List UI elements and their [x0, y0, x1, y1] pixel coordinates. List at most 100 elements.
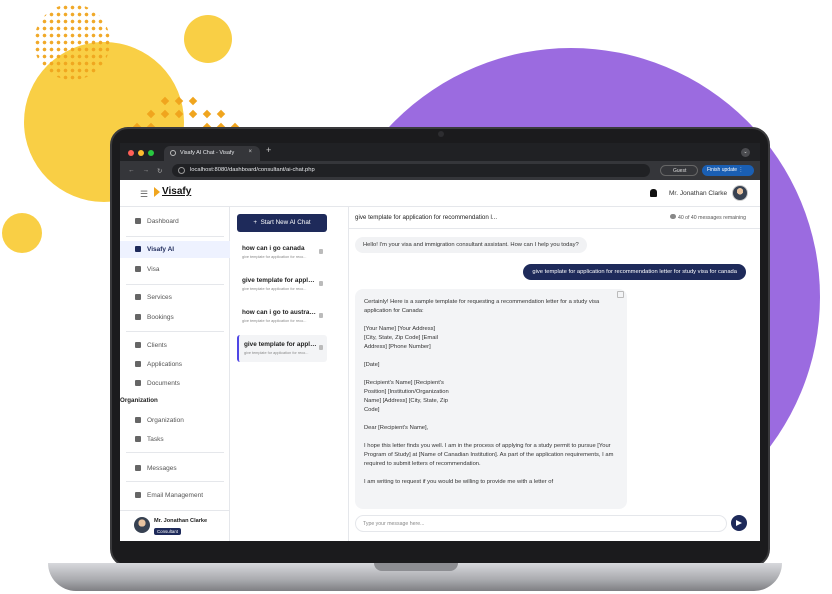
maximize-window-button[interactable]	[148, 150, 154, 156]
briefcase-icon	[135, 294, 141, 300]
sidebar-item-email-management[interactable]: Email Management	[120, 487, 230, 504]
chat-item-title: give template for applicatio...	[242, 277, 316, 284]
chat-item-title: how can i go to australia	[242, 309, 316, 316]
yellow-circle-small-decoration	[184, 15, 232, 63]
sidebar-item-label: Visafy AI	[147, 246, 175, 253]
sidebar-item-tasks[interactable]: Tasks	[120, 431, 230, 448]
close-window-button[interactable]	[128, 150, 134, 156]
sidebar-item-label: Organization	[147, 417, 184, 424]
forward-icon[interactable]: →	[143, 167, 150, 175]
minimize-window-button[interactable]	[138, 150, 144, 156]
window-controls[interactable]	[128, 150, 154, 156]
browser-window: Visafy AI Chat - Visafy × + ⌄ ← → ↻ loca…	[120, 143, 760, 541]
sidebar-profile[interactable]: Mr. Jonathan Clarke Consultant	[120, 510, 230, 541]
guest-profile-button[interactable]: Guest	[660, 165, 698, 176]
trash-icon[interactable]	[319, 345, 323, 350]
marketing-mockup: Visafy AI Chat - Visafy × + ⌄ ← → ↻ loca…	[0, 0, 832, 594]
finish-update-label: Finish update	[707, 167, 738, 173]
chat-item-preview: give template for application for reco..…	[244, 351, 309, 355]
sidebar-item-label: Email Management	[147, 492, 203, 499]
chat-item-title: how can i go canada	[242, 245, 305, 252]
role-badge: Consultant	[154, 528, 181, 535]
chat-history-item[interactable]: how can i go canada give template for ap…	[237, 239, 327, 266]
trash-icon[interactable]	[319, 249, 323, 254]
logo-text: Visafy	[162, 186, 192, 197]
reload-icon[interactable]: ↻	[157, 167, 162, 175]
trash-icon[interactable]	[319, 313, 323, 318]
finish-update-button[interactable]: Finish update ⋮	[702, 165, 754, 176]
document-icon	[135, 380, 141, 386]
bell-icon[interactable]	[650, 189, 657, 197]
laptop-camera	[438, 131, 444, 137]
message-paragraph: [Recipient's Name] [Recipient's Position…	[364, 380, 449, 413]
new-tab-button[interactable]: +	[266, 145, 271, 155]
chat-history-item[interactable]: how can i go to australia give template …	[237, 303, 327, 330]
chat-history-item-selected[interactable]: give template for applicati... give temp…	[237, 335, 327, 362]
copy-icon[interactable]	[617, 291, 624, 298]
sidebar-item-clients[interactable]: Clients	[120, 337, 230, 354]
divider	[126, 452, 224, 453]
tab-search-icon[interactable]: ⌄	[741, 148, 750, 157]
sidebar-item-documents[interactable]: Documents	[120, 375, 230, 392]
message-input[interactable]: Type your message here...	[355, 515, 727, 532]
app-root: ☰ Visafy Mr. Jonathan Clarke Dashboard V…	[120, 180, 760, 541]
laptop-notch	[374, 563, 458, 571]
tab-title: Visafy AI Chat - Visafy	[180, 150, 235, 156]
menu-icon[interactable]: ☰	[140, 189, 148, 200]
site-info-icon[interactable]	[178, 167, 185, 174]
chat-header: give template for application for recomm…	[349, 207, 760, 229]
divider	[126, 236, 224, 237]
divider	[126, 481, 224, 482]
favicon-icon	[170, 150, 176, 156]
divider	[126, 331, 224, 332]
sidebar: Dashboard Visafy AI Visa Services Bookin…	[120, 207, 230, 541]
url-bar[interactable]: localhost:8080/dashboard/consultant/ai-c…	[172, 164, 650, 177]
message-paragraph: I am writing to request if you would be …	[364, 479, 554, 485]
messages-remaining: 40 of 40 messages remaining	[669, 214, 746, 221]
sidebar-item-organization[interactable]: Organization	[120, 412, 230, 429]
chat-item-preview: give template for application for reco..…	[242, 319, 307, 323]
plane-logo-icon	[154, 186, 160, 197]
chat-history-item[interactable]: give template for applicatio... give tem…	[237, 271, 327, 298]
avatar[interactable]	[732, 185, 748, 201]
nav-buttons: ← → ↻	[128, 167, 162, 175]
sidebar-item-label: Services	[147, 294, 172, 301]
send-button[interactable]	[731, 515, 747, 531]
sidebar-item-services[interactable]: Services	[120, 289, 230, 306]
sidebar-item-applications[interactable]: Applications	[120, 356, 230, 373]
sidebar-item-bookings[interactable]: Bookings	[120, 309, 230, 326]
sidebar-item-label: Visa	[147, 266, 160, 273]
chat-title: give template for application for recomm…	[355, 214, 498, 221]
start-new-chat-label: Start New AI Chat	[260, 219, 311, 226]
mail-settings-icon	[135, 492, 141, 498]
sidebar-item-label: Dashboard	[147, 218, 179, 225]
message-paragraph: Certainly! Here is a sample template for…	[364, 299, 600, 314]
sidebar-item-dashboard[interactable]: Dashboard	[120, 213, 230, 230]
start-new-chat-button[interactable]: + Start New AI Chat	[237, 214, 327, 232]
url-text: localhost:8080/dashboard/consultant/ai-c…	[190, 167, 315, 173]
sidebar-item-visa[interactable]: Visa	[120, 261, 230, 278]
sidebar-item-messages[interactable]: Messages	[120, 460, 230, 477]
sidebar-item-label: Bookings	[147, 314, 174, 321]
browser-tab[interactable]: Visafy AI Chat - Visafy ×	[164, 146, 260, 161]
app-header: ☰ Visafy Mr. Jonathan Clarke	[120, 180, 760, 207]
visafy-logo[interactable]: Visafy	[154, 186, 191, 197]
chat-panel: give template for application for recomm…	[349, 207, 760, 541]
sidebar-item-label: Applications	[147, 361, 183, 368]
divider	[126, 284, 224, 285]
back-icon[interactable]: ←	[128, 167, 135, 175]
yellow-circle-left-decoration	[2, 213, 42, 253]
trash-icon[interactable]	[319, 281, 323, 286]
chat-item-preview: give template for application for reco..…	[242, 255, 307, 259]
chat-item-preview: give template for application for reco..…	[242, 287, 307, 291]
chat-item-title: give template for applicati...	[244, 341, 318, 348]
sidebar-item-label: Clients	[147, 342, 167, 349]
guest-label: Guest	[673, 168, 687, 174]
dot-pattern-decoration	[34, 4, 110, 80]
header-user-name[interactable]: Mr. Jonathan Clarke	[669, 190, 727, 197]
sidebar-item-visafy-ai[interactable]: Visafy AI	[120, 241, 230, 258]
close-tab-icon[interactable]: ×	[248, 149, 252, 155]
user-message: give template for application for recomm…	[523, 264, 746, 280]
assistant-message: Hello! I'm your visa and immigration con…	[355, 237, 587, 253]
building-icon	[135, 417, 141, 423]
